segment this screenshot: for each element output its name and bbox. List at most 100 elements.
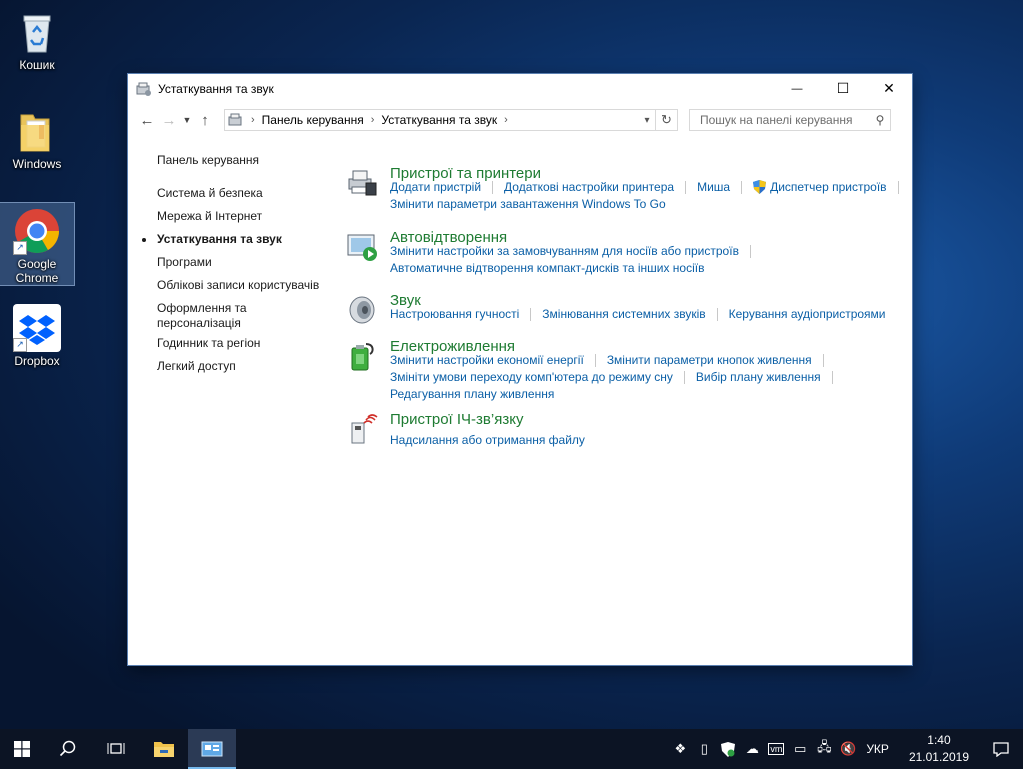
- link-change-system-sounds[interactable]: Змінювання системних звуків: [542, 307, 705, 321]
- clock-date: 21.01.2019: [908, 750, 969, 764]
- link-device-manager[interactable]: Диспетчер пристроїв: [770, 180, 886, 194]
- maximize-icon: ☐: [836, 80, 850, 96]
- separator: [741, 180, 743, 194]
- link-line: Надсилання або отримання файлу: [390, 433, 585, 447]
- windows-logo-icon: [14, 741, 30, 757]
- network-icon[interactable]: 🖧: [812, 729, 836, 769]
- desktop-icon-dropbox[interactable]: ↗ Dropbox: [0, 300, 74, 368]
- breadcrumb-hardware-sound[interactable]: Устаткування та звук: [381, 113, 497, 127]
- nav-item-programs[interactable]: Програми: [157, 255, 212, 270]
- separator: [492, 180, 494, 194]
- shortcut-arrow-icon: ↗: [13, 338, 27, 352]
- search-input[interactable]: [698, 112, 870, 128]
- task-view-button[interactable]: [92, 729, 140, 769]
- desktop-icon-windows-folder[interactable]: Windows: [0, 103, 74, 171]
- action-center-button[interactable]: [979, 729, 1023, 769]
- close-button[interactable]: ✕: [866, 74, 912, 103]
- volume-muted-icon[interactable]: 🔇: [836, 729, 860, 769]
- speaker-icon: [349, 296, 375, 324]
- desktop-icon-google-chrome[interactable]: ↗ Google Chrome: [0, 202, 75, 286]
- up-arrow-icon: ↑: [201, 111, 209, 129]
- start-button[interactable]: [0, 729, 44, 769]
- maximize-button[interactable]: ☐: [820, 74, 866, 103]
- link-advanced-printer-setup[interactable]: Додаткові настройки принтера: [504, 180, 674, 194]
- link-manage-audio-devices[interactable]: Керування аудіопристроями: [729, 307, 886, 321]
- search-box[interactable]: ⚲: [689, 109, 891, 131]
- up-button[interactable]: ↑: [194, 108, 216, 132]
- minimize-button[interactable]: —: [774, 74, 820, 103]
- link-windows-to-go[interactable]: Змінити параметри завантаження Windows T…: [390, 197, 666, 211]
- taskbar-clock[interactable]: 1:40 21.01.2019: [899, 732, 979, 766]
- nav-item-hardware-sound[interactable]: Устаткування та звук: [142, 232, 282, 247]
- desktop-icon-label: Google Chrome: [15, 257, 59, 285]
- security-shield-icon[interactable]: [716, 729, 740, 769]
- separator: [749, 244, 751, 258]
- link-power-saving-settings[interactable]: Змінити настройки економії енергії: [390, 353, 584, 367]
- title-bar[interactable]: Устаткування та звук — ☐ ✕: [128, 74, 912, 103]
- folder-icon: [13, 107, 61, 155]
- usb-device-icon[interactable]: ▯: [692, 729, 716, 769]
- nav-item-personalization[interactable]: персоналізація: [157, 316, 241, 331]
- refresh-icon: ↻: [661, 112, 672, 127]
- link-line: Змінити настройки економії енергії Зміни…: [390, 353, 835, 367]
- task-view-icon: [107, 743, 125, 754]
- taskbar-file-explorer[interactable]: [140, 729, 188, 769]
- control-panel-icon: [136, 82, 151, 96]
- separator: [822, 353, 824, 367]
- window-title: Устаткування та звук: [158, 81, 274, 96]
- link-line: Змінити параметри завантаження Windows T…: [390, 197, 666, 211]
- infrared-icon: [351, 414, 378, 444]
- link-power-buttons[interactable]: Змінити параметри кнопок живлення: [607, 353, 812, 367]
- separator: [897, 180, 899, 194]
- forward-button[interactable]: →: [158, 108, 180, 132]
- recent-locations-button[interactable]: ▼: [180, 108, 194, 132]
- nav-item-appearance[interactable]: Оформлення та: [157, 301, 247, 316]
- input-language-indicator[interactable]: УКР: [860, 742, 899, 756]
- breadcrumb-separator-icon[interactable]: ›: [504, 114, 508, 126]
- link-edit-power-plan[interactable]: Редагування плану живлення: [390, 387, 554, 401]
- breadcrumb-separator-icon[interactable]: ›: [251, 114, 255, 126]
- link-autoplay-cds[interactable]: Автоматичне відтворення компакт-дисків т…: [390, 261, 704, 275]
- nav-item-ease-of-access[interactable]: Легкий доступ: [157, 359, 236, 374]
- desktop-icon-label: Кошик: [19, 58, 55, 72]
- nav-item-control-panel-home[interactable]: Панель керування: [157, 153, 259, 168]
- link-choose-power-plan[interactable]: Вибір плану живлення: [696, 370, 821, 384]
- vmware-tools-icon[interactable]: vm: [764, 729, 788, 769]
- devices-printers-icon: [348, 170, 377, 196]
- link-change-default-media[interactable]: Змінити настройки за замовчуванням для н…: [390, 244, 739, 258]
- nav-item-network-internet[interactable]: Мережа й Інтернет: [157, 209, 262, 224]
- link-add-device[interactable]: Додати пристрій: [390, 180, 481, 194]
- link-line: Додати пристрій Додаткові настройки прин…: [390, 180, 910, 194]
- link-adjust-volume[interactable]: Настроювання гучності: [390, 307, 519, 321]
- shortcut-arrow-icon: ↗: [13, 241, 27, 255]
- dropbox-icon: ↗: [13, 304, 61, 352]
- back-button[interactable]: ←: [136, 108, 158, 132]
- taskbar-control-panel[interactable]: [188, 729, 236, 769]
- search-button[interactable]: [44, 729, 92, 769]
- refresh-button[interactable]: ↻: [656, 109, 678, 131]
- notification-icon: [993, 741, 1009, 757]
- nav-item-clock-region[interactable]: Годинник та регіон: [157, 336, 260, 351]
- category-title[interactable]: Пристрої ІЧ-зв’язку: [390, 411, 523, 428]
- link-send-receive-file[interactable]: Надсилання або отримання файлу: [390, 433, 585, 447]
- breadcrumb-control-panel[interactable]: Панель керування: [262, 113, 364, 127]
- link-mouse[interactable]: Миша: [697, 180, 730, 194]
- nav-item-system-security[interactable]: Система й безпека: [157, 186, 263, 201]
- control-panel-icon: [201, 741, 223, 757]
- link-sleep-settings[interactable]: Змініти умови переходу комп'ютера до реж…: [390, 370, 673, 384]
- display-settings-icon[interactable]: ▭: [788, 729, 812, 769]
- separator: [530, 307, 532, 321]
- breadcrumb-separator-icon[interactable]: ›: [371, 114, 375, 126]
- address-bar[interactable]: › Панель керування › Устаткування та зву…: [224, 109, 656, 131]
- link-line: Змініти умови переходу комп'ютера до реж…: [390, 370, 844, 384]
- dropbox-tray-icon[interactable]: ❖: [668, 729, 692, 769]
- back-arrow-icon: ←: [139, 111, 155, 129]
- cloud-icon[interactable]: ☁: [740, 729, 764, 769]
- control-panel-window: Устаткування та звук — ☐ ✕ ← → ▼ ↑ › Пан…: [128, 74, 912, 665]
- uac-shield-icon: [753, 180, 767, 194]
- search-icon[interactable]: ⚲: [870, 113, 890, 127]
- address-dropdown-icon[interactable]: ▾: [639, 115, 655, 126]
- separator: [716, 307, 718, 321]
- nav-item-user-accounts[interactable]: Облікові записи користувачів: [157, 278, 319, 293]
- desktop-icon-recycle-bin[interactable]: Кошик: [0, 4, 74, 72]
